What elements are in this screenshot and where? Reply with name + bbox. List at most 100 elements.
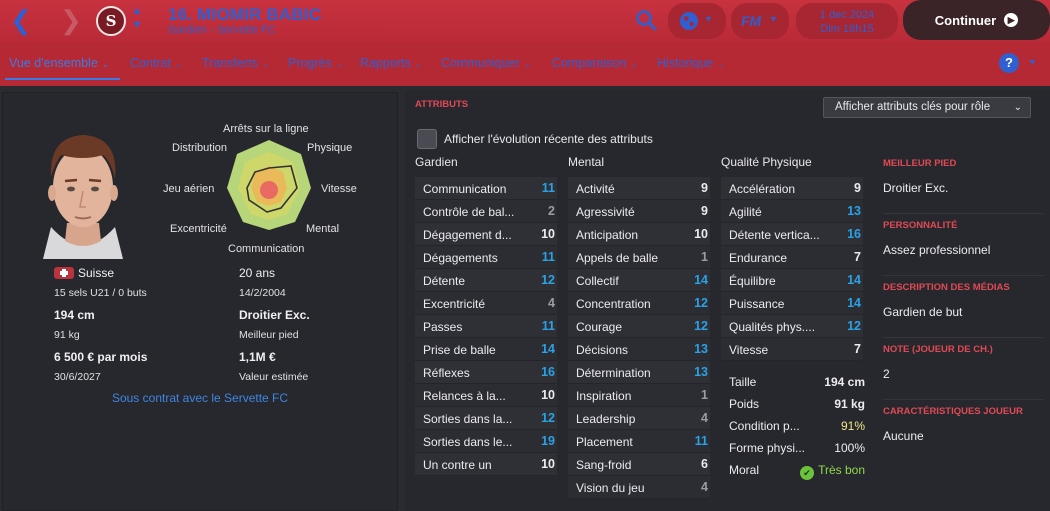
- attribute-name: Relances à la...: [423, 389, 506, 403]
- physical-detail-row: Condition p... 91%: [721, 414, 869, 436]
- radar-label-communication: Communication: [228, 243, 305, 255]
- attribute-value: 1: [701, 250, 708, 264]
- attribute-row[interactable]: Inspiration 1: [568, 384, 710, 407]
- attribute-row[interactable]: Sorties dans le... 19: [415, 430, 557, 453]
- attribute-row[interactable]: Relances à la... 10: [415, 384, 557, 407]
- attribute-value: 11: [541, 181, 555, 195]
- attribute-row[interactable]: Décisions 13: [568, 338, 710, 361]
- attribute-value: 12: [694, 296, 708, 310]
- attribute-row[interactable]: Collectif 14: [568, 269, 710, 292]
- attribute-name: Sang-froid: [576, 458, 632, 472]
- role-select-dropdown[interactable]: Afficher attributs clés pour rôle ⌄: [823, 97, 1031, 118]
- attribute-name: Sorties dans la...: [423, 412, 513, 426]
- attribute-value: 14: [694, 273, 708, 287]
- attribute-row[interactable]: Qualités phys.... 12: [721, 315, 863, 338]
- attribute-row[interactable]: Activité 9: [568, 177, 710, 200]
- attribute-value: 11: [541, 250, 555, 264]
- tab-contract[interactable]: Contrat ⌄: [130, 56, 183, 70]
- attribute-row[interactable]: Placement 11: [568, 430, 710, 453]
- attribute-row[interactable]: Agilité 13: [721, 200, 863, 223]
- tab-transfers[interactable]: Transferts ⌄: [202, 56, 269, 70]
- attribute-row[interactable]: Dégagements 11: [415, 246, 557, 269]
- tab-history[interactable]: Historique ⌄: [657, 56, 725, 70]
- attribute-row[interactable]: Équilibre 14: [721, 269, 863, 292]
- physical-detail-row: Taille 194 cm: [721, 370, 869, 392]
- fm-menu-button[interactable]: FM ▼: [731, 3, 789, 39]
- attribute-row[interactable]: Sang-froid 6: [568, 453, 710, 476]
- contract-link[interactable]: Sous contrat avec le Servette FC: [3, 391, 397, 405]
- attribute-row[interactable]: Communication 11: [415, 177, 557, 200]
- attribute-row[interactable]: Détermination 13: [568, 361, 710, 384]
- attribute-row[interactable]: Prise de balle 14: [415, 338, 557, 361]
- attribute-name: Contrôle de bal...: [423, 205, 515, 219]
- morale-text: Très bon: [818, 463, 865, 477]
- nationality[interactable]: Suisse: [78, 266, 114, 280]
- rating-value: 2: [883, 362, 1043, 400]
- attribute-name: Sorties dans le...: [423, 435, 513, 449]
- attribute-row[interactable]: Vitesse 7: [721, 338, 863, 361]
- continue-button[interactable]: Continuer ▶: [903, 0, 1050, 40]
- attribute-row[interactable]: Réflexes 16: [415, 361, 557, 384]
- attribute-name: Dégagement d...: [423, 228, 512, 242]
- attribute-row[interactable]: Agressivité 9: [568, 200, 710, 223]
- attribute-row[interactable]: Détente 12: [415, 269, 557, 292]
- birthdate: 14/2/2004: [239, 287, 286, 299]
- attribute-row[interactable]: Endurance 7: [721, 246, 863, 269]
- attribute-name: Prise de balle: [423, 343, 496, 357]
- tab-label: Progrès: [288, 56, 332, 70]
- traits-value: Aucune: [883, 429, 924, 443]
- world-menu-button[interactable]: ▼: [668, 3, 726, 39]
- chevron-down-icon[interactable]: ▼: [130, 18, 144, 32]
- top-header: ❮ ❯ S ▲ ▼ 16. MIOMIR BABIC Gardien - Ser…: [0, 0, 1050, 42]
- attribute-row[interactable]: Anticipation 10: [568, 223, 710, 246]
- player-subtitle[interactable]: Gardien - Servette FC: [168, 24, 276, 36]
- club-badge-letter: S: [105, 12, 117, 30]
- attribute-row[interactable]: Vision du jeu 4: [568, 476, 710, 499]
- help-button[interactable]: ?: [999, 53, 1019, 73]
- player-switch-arrows[interactable]: ▲ ▼: [130, 4, 144, 32]
- attribute-radar: Arrêts sur la ligne Distribution Physiqu…: [153, 118, 393, 258]
- attribute-row[interactable]: Puissance 14: [721, 292, 863, 315]
- date-display[interactable]: 1 dec 2024 Dim 18h15: [796, 3, 898, 39]
- attribute-row[interactable]: Passes 11: [415, 315, 557, 338]
- tab-label: Transferts: [202, 56, 258, 70]
- attribute-value: 12: [694, 319, 708, 333]
- player-name: 16. MIOMIR BABIC: [168, 5, 322, 24]
- chevron-down-icon: ⌄: [1013, 102, 1022, 113]
- attribute-row[interactable]: Contrôle de bal... 2: [415, 200, 557, 223]
- attribute-row[interactable]: Sorties dans la... 12: [415, 407, 557, 430]
- attribute-row[interactable]: Concentration 12: [568, 292, 710, 315]
- search-icon[interactable]: [633, 7, 659, 33]
- attribute-value: 9: [701, 204, 708, 218]
- tab-comparison[interactable]: Comparaison ⌄: [552, 56, 638, 70]
- attribute-row[interactable]: Un contre un 10: [415, 453, 557, 476]
- tab-reports[interactable]: Rapports ⌄: [360, 56, 422, 70]
- fm-logo: FM: [741, 13, 762, 29]
- evolution-label[interactable]: Afficher l'évolution récente des attribu…: [444, 132, 653, 146]
- forward-arrow-icon[interactable]: ❯: [60, 6, 82, 34]
- tab-communicate[interactable]: Communiquer ⌄: [441, 56, 531, 70]
- attribute-value: 10: [694, 227, 708, 241]
- attribute-row[interactable]: Leadership 4: [568, 407, 710, 430]
- tab-overview[interactable]: Vue d'ensemble ⌄: [9, 56, 109, 70]
- attribute-value: 4: [701, 411, 708, 425]
- chevron-up-icon[interactable]: ▲: [130, 4, 144, 18]
- evolution-checkbox[interactable]: [417, 129, 437, 149]
- height: 194 cm: [54, 308, 95, 322]
- chevron-down-icon[interactable]: ▼: [1028, 57, 1037, 67]
- back-arrow-icon[interactable]: ❮: [10, 6, 32, 34]
- attribute-row[interactable]: Excentricité 4: [415, 292, 557, 315]
- tab-progress[interactable]: Progrès ⌄: [288, 56, 343, 70]
- physical-detail-value: 194 cm: [824, 375, 865, 389]
- attribute-value: 2: [548, 204, 555, 218]
- attribute-value: 10: [541, 227, 555, 241]
- attribute-row[interactable]: Courage 12: [568, 315, 710, 338]
- mental-attributes: Activité 9 Agressivité 9 Anticipation 10 Appel…: [568, 177, 710, 499]
- attribute-value: 14: [541, 342, 555, 356]
- club-badge[interactable]: S: [96, 6, 126, 36]
- attribute-row[interactable]: Dégagement d... 10: [415, 223, 557, 246]
- attribute-row[interactable]: Appels de balle 1: [568, 246, 710, 269]
- attribute-row[interactable]: Accélération 9: [721, 177, 863, 200]
- best-foot-value: Droitier Exc.: [883, 176, 1043, 214]
- attribute-row[interactable]: Détente vertica... 16: [721, 223, 863, 246]
